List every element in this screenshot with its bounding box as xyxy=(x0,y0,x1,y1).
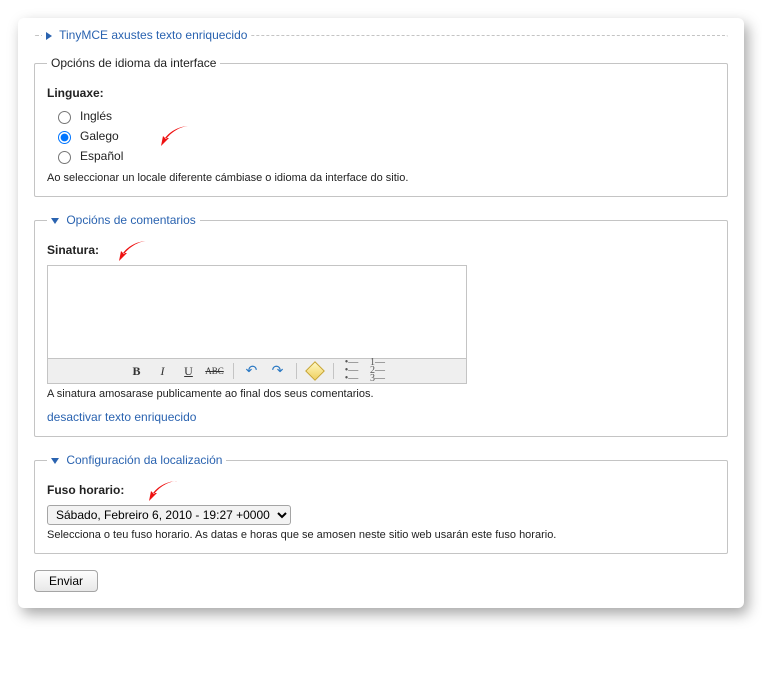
separator-icon xyxy=(233,363,234,379)
italic-button[interactable]: I xyxy=(153,362,173,380)
separator-icon xyxy=(333,363,334,379)
localization-fieldset: Configuración da localización Fuso horar… xyxy=(34,453,728,554)
signature-textarea[interactable] xyxy=(48,266,466,358)
bold-button[interactable]: B xyxy=(127,362,147,380)
undo-button[interactable]: ↶ xyxy=(242,362,262,380)
disable-rich-text-link[interactable]: desactivar texto enriquecido xyxy=(47,410,196,424)
redo-button[interactable]: ↷ xyxy=(268,362,288,380)
language-label: Linguaxe: xyxy=(47,86,715,100)
tinymce-settings-collapsed: TinyMCE axustes texto enriquecido xyxy=(34,28,728,42)
annotation-arrow-icon xyxy=(161,124,191,146)
lang-option-row: Inglés xyxy=(53,108,715,124)
clear-format-button[interactable] xyxy=(305,362,325,380)
comments-legend-link[interactable]: Opcións de comentarios xyxy=(66,213,195,227)
separator-icon xyxy=(296,363,297,379)
lang-option-row: Galego xyxy=(53,128,715,144)
settings-form: TinyMCE axustes texto enriquecido Opción… xyxy=(18,18,744,608)
signature-help: A sinatura amosarase publicamente ao fin… xyxy=(47,388,715,400)
tinymce-settings-link[interactable]: TinyMCE axustes texto enriquecido xyxy=(59,28,247,42)
interface-language-fieldset: Opcións de idioma da interface Linguaxe:… xyxy=(34,56,728,197)
lang-radio-galego[interactable] xyxy=(58,131,71,144)
language-help: Ao seleccionar un locale diferente cámbi… xyxy=(47,172,715,184)
strike-button[interactable]: ABC xyxy=(205,362,225,380)
bullet-list-button[interactable]: •—•—•— xyxy=(342,362,362,380)
underline-button[interactable]: U xyxy=(179,362,199,380)
signature-editor: B I U ABC ↶ ↷ •—•—•— 1—2—3— xyxy=(47,265,467,384)
signature-label: Sinatura: xyxy=(47,243,715,257)
timezone-select[interactable]: Sábado, Febreiro 6, 2010 - 19:27 +0000 xyxy=(47,505,291,525)
expand-icon xyxy=(46,32,52,40)
lang-radio-ingles[interactable] xyxy=(58,111,71,124)
lang-option-label: Español xyxy=(80,149,123,163)
number-list-button[interactable]: 1—2—3— xyxy=(368,362,388,380)
timezone-label: Fuso horario: xyxy=(47,483,715,497)
collapse-icon xyxy=(51,218,59,224)
submit-button[interactable]: Enviar xyxy=(34,570,98,592)
interface-language-legend: Opcións de idioma da interface xyxy=(47,56,220,70)
lang-radio-espanol[interactable] xyxy=(58,151,71,164)
lang-option-label: Inglés xyxy=(80,109,112,123)
editor-toolbar: B I U ABC ↶ ↷ •—•—•— 1—2—3— xyxy=(48,358,466,383)
collapse-icon xyxy=(51,458,59,464)
localization-legend-link[interactable]: Configuración da localización xyxy=(66,453,222,467)
lang-option-row: Español xyxy=(53,148,715,164)
timezone-help: Selecciona o teu fuso horario. As datas … xyxy=(47,529,715,541)
lang-option-label: Galego xyxy=(80,129,119,143)
comments-fieldset: Opcións de comentarios Sinatura: B I U A… xyxy=(34,213,728,437)
